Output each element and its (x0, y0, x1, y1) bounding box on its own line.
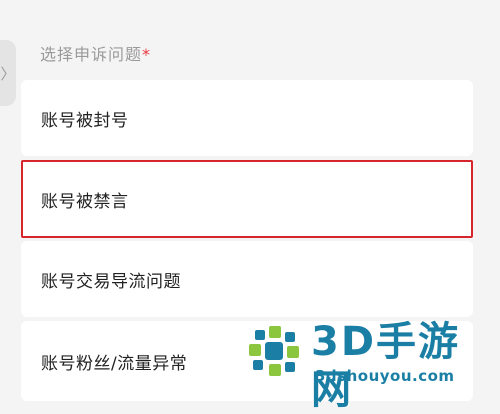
side-collapse-handle[interactable]: 〉 (0, 40, 16, 106)
section-title-text: 选择申诉问题 (40, 45, 143, 64)
required-mark: * (142, 45, 152, 64)
watermark: 3D手游网 3dshouyou.com (243, 318, 500, 413)
watermark-logo-icon (249, 326, 299, 376)
option-label: 账号被禁言 (41, 191, 129, 212)
option-label: 账号粉丝/流量异常 (41, 353, 188, 374)
option-item[interactable]: 账号交易导流问题 (21, 241, 473, 317)
option-label: 账号被封号 (41, 110, 129, 131)
option-label: 账号交易导流问题 (41, 271, 181, 292)
watermark-url: 3dshouyou.com (315, 367, 455, 385)
option-item-selected[interactable]: 账号被禁言 (21, 160, 473, 238)
option-item[interactable]: 账号被封号 (21, 80, 473, 156)
chevron-right-icon: 〉 (0, 64, 16, 83)
section-title: 选择申诉问题* (40, 41, 151, 65)
watermark-brand: 3D手游网 (311, 319, 461, 413)
